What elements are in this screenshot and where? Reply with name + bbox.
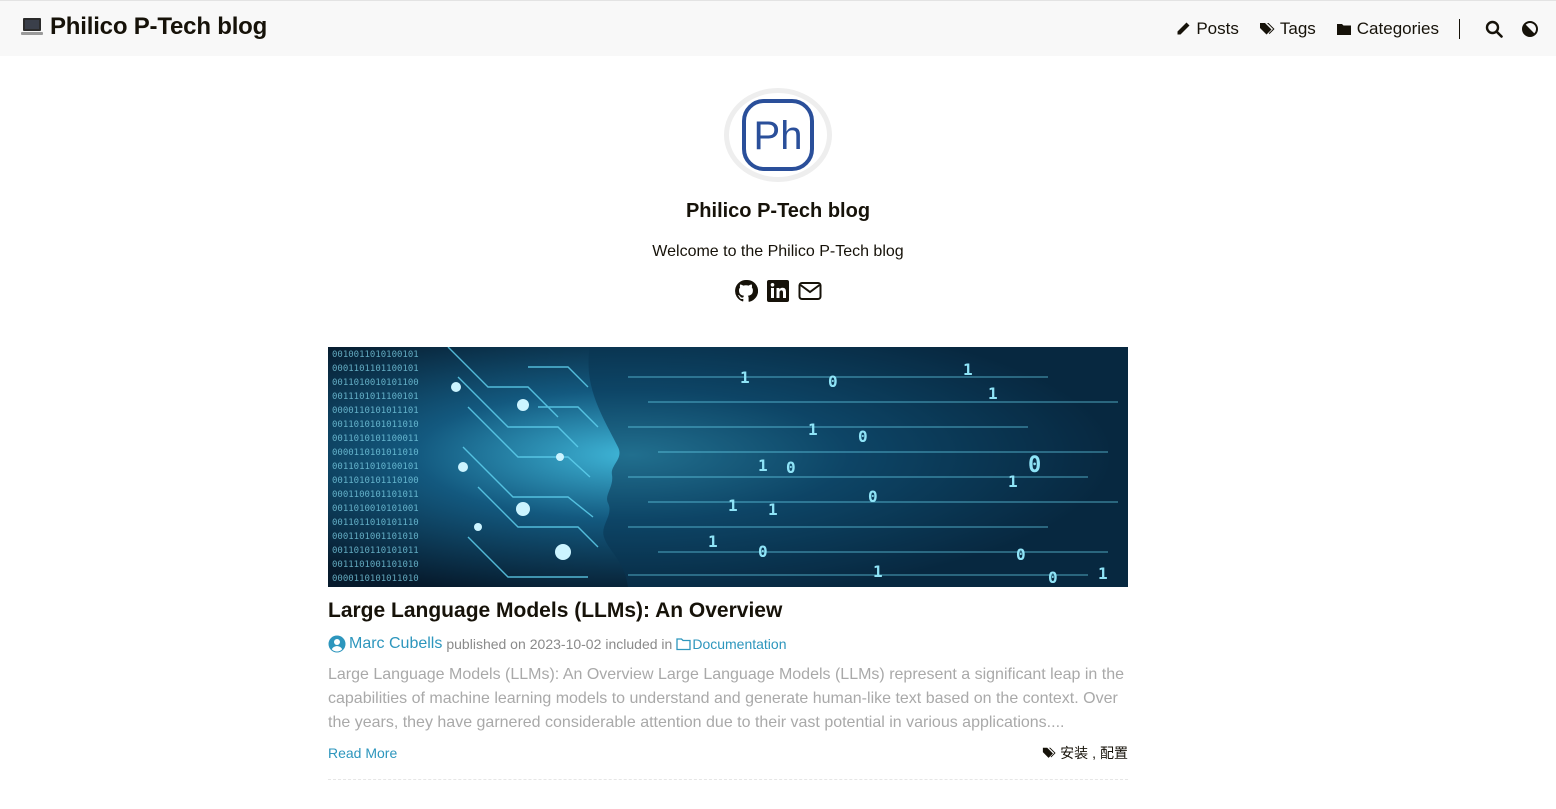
post-author-link[interactable]: Marc Cubells bbox=[349, 635, 442, 653]
nav-posts-label: Posts bbox=[1196, 19, 1239, 38]
social-links bbox=[0, 279, 1556, 303]
svg-text:0: 0 bbox=[786, 458, 796, 477]
svg-text:0010011010100101: 0010011010100101 bbox=[332, 350, 419, 360]
post-card: 0010011010100101 0001101101100101 001101… bbox=[328, 347, 1128, 780]
svg-text:1: 1 bbox=[988, 384, 998, 403]
svg-text:0: 0 bbox=[1048, 568, 1058, 587]
nav-categories-link[interactable]: Categories bbox=[1336, 19, 1439, 39]
linkedin-icon bbox=[767, 280, 789, 302]
pencil-icon bbox=[1177, 22, 1190, 35]
theme-toggle-icon bbox=[1522, 21, 1538, 37]
svg-text:0011101011100101: 0011101011100101 bbox=[332, 392, 419, 402]
svg-text:0011011010101110: 0011011010101110 bbox=[332, 518, 419, 528]
svg-text:0011010101011010: 0011010101011010 bbox=[332, 420, 419, 430]
brand-link[interactable]: Philico P-Tech blog bbox=[20, 13, 267, 41]
avatar: Ph bbox=[724, 88, 832, 182]
svg-text:0011010010101001: 0011010010101001 bbox=[332, 504, 419, 514]
user-circle-icon bbox=[328, 635, 346, 653]
nav-tags-label: Tags bbox=[1279, 19, 1316, 38]
svg-text:1: 1 bbox=[873, 562, 883, 581]
svg-text:1: 1 bbox=[708, 532, 718, 551]
post-date: 2023-10-02 bbox=[529, 636, 602, 652]
read-more-link[interactable]: Read More bbox=[328, 745, 397, 761]
svg-text:1: 1 bbox=[963, 360, 973, 379]
svg-text:1: 1 bbox=[728, 496, 738, 515]
svg-text:0011010101100011: 0011010101100011 bbox=[332, 434, 419, 444]
svg-text:0000110101011010: 0000110101011010 bbox=[332, 574, 419, 584]
brand-title: Philico P-Tech blog bbox=[50, 13, 268, 40]
svg-text:1: 1 bbox=[768, 500, 778, 519]
post-divider bbox=[328, 779, 1128, 780]
post-tags: 安装, 配置 bbox=[1042, 743, 1128, 763]
svg-text:0000110101011101: 0000110101011101 bbox=[332, 406, 419, 416]
svg-text:1: 1 bbox=[758, 456, 768, 475]
svg-text:0000110101011010: 0000110101011010 bbox=[332, 448, 419, 458]
profile-title: Philico P-Tech blog bbox=[685, 200, 871, 222]
email-icon bbox=[798, 282, 822, 300]
svg-text:0: 0 bbox=[1016, 545, 1026, 564]
post-cover-image[interactable]: 0010011010100101 0001101101100101 001101… bbox=[328, 347, 1128, 587]
svg-text:0: 0 bbox=[758, 542, 768, 561]
philico-logo-icon: Ph bbox=[742, 99, 814, 171]
nav-categories-label: Categories bbox=[1356, 19, 1439, 38]
svg-text:1: 1 bbox=[1008, 472, 1018, 491]
post-title[interactable]: Large Language Models (LLMs): An Overvie… bbox=[328, 599, 1128, 623]
search-button[interactable] bbox=[1484, 19, 1504, 39]
folder-outline-icon bbox=[676, 637, 691, 651]
published-prefix: published on bbox=[446, 636, 526, 652]
svg-text:0011011010100101: 0011011010100101 bbox=[332, 462, 419, 472]
linkedin-link[interactable] bbox=[766, 279, 790, 303]
nav-tags-link[interactable]: Tags bbox=[1259, 19, 1316, 39]
tags-icon bbox=[1042, 747, 1056, 758]
svg-text:0: 0 bbox=[1028, 453, 1041, 478]
svg-text:1: 1 bbox=[1098, 564, 1108, 583]
theme-toggle-button[interactable] bbox=[1520, 19, 1540, 39]
svg-text:0: 0 bbox=[868, 487, 878, 506]
folder-icon bbox=[1336, 24, 1351, 35]
ai-circuit-head-image: 0010011010100101 0001101101100101 001101… bbox=[328, 347, 1128, 587]
post-category-link[interactable]: Documentation bbox=[692, 636, 786, 652]
svg-text:0011010010101100: 0011010010101100 bbox=[332, 378, 419, 388]
svg-text:1: 1 bbox=[740, 368, 750, 387]
tag-separator: , bbox=[1092, 745, 1096, 761]
svg-text:0: 0 bbox=[828, 372, 838, 391]
svg-text:0011101001101010: 0011101001101010 bbox=[332, 560, 419, 570]
profile-section: Ph Philico P-Tech blog Welcome to the Ph… bbox=[0, 88, 1556, 303]
nav-divider bbox=[1459, 19, 1460, 39]
included-in-text: included in bbox=[605, 636, 673, 652]
svg-text:0: 0 bbox=[858, 427, 868, 446]
svg-text:Ph: Ph bbox=[754, 114, 803, 158]
laptop-icon bbox=[20, 15, 44, 39]
tag-link[interactable]: 安装 bbox=[1060, 743, 1088, 763]
tag-link[interactable]: 配置 bbox=[1100, 743, 1128, 763]
post-meta: Marc Cubells published on 2023-10-02 inc… bbox=[328, 635, 1128, 653]
github-link[interactable] bbox=[734, 279, 758, 303]
svg-text:0001100101101011: 0001100101101011 bbox=[332, 490, 419, 500]
profile-subtitle: Welcome to the Philico P-Tech blog bbox=[652, 243, 904, 260]
svg-text:0001101001101010: 0001101001101010 bbox=[332, 532, 419, 542]
svg-text:0011010110101011: 0011010110101011 bbox=[332, 546, 419, 556]
top-navbar: Philico P-Tech blog Posts Tags Categorie… bbox=[0, 0, 1556, 56]
svg-text:0011010101110100: 0011010101110100 bbox=[332, 476, 419, 486]
post-footer: Read More 安装, 配置 bbox=[328, 743, 1128, 763]
nav-menu: Posts Tags Categories bbox=[1155, 1, 1540, 57]
github-icon bbox=[735, 279, 758, 302]
search-icon bbox=[1485, 20, 1503, 38]
svg-text:1: 1 bbox=[808, 420, 818, 439]
svg-text:0001101101100101: 0001101101100101 bbox=[332, 364, 419, 374]
email-link[interactable] bbox=[798, 279, 822, 303]
tags-icon bbox=[1259, 23, 1275, 35]
nav-posts-link[interactable]: Posts bbox=[1175, 19, 1239, 39]
post-summary: Large Language Models (LLMs): An Overvie… bbox=[328, 666, 1125, 731]
